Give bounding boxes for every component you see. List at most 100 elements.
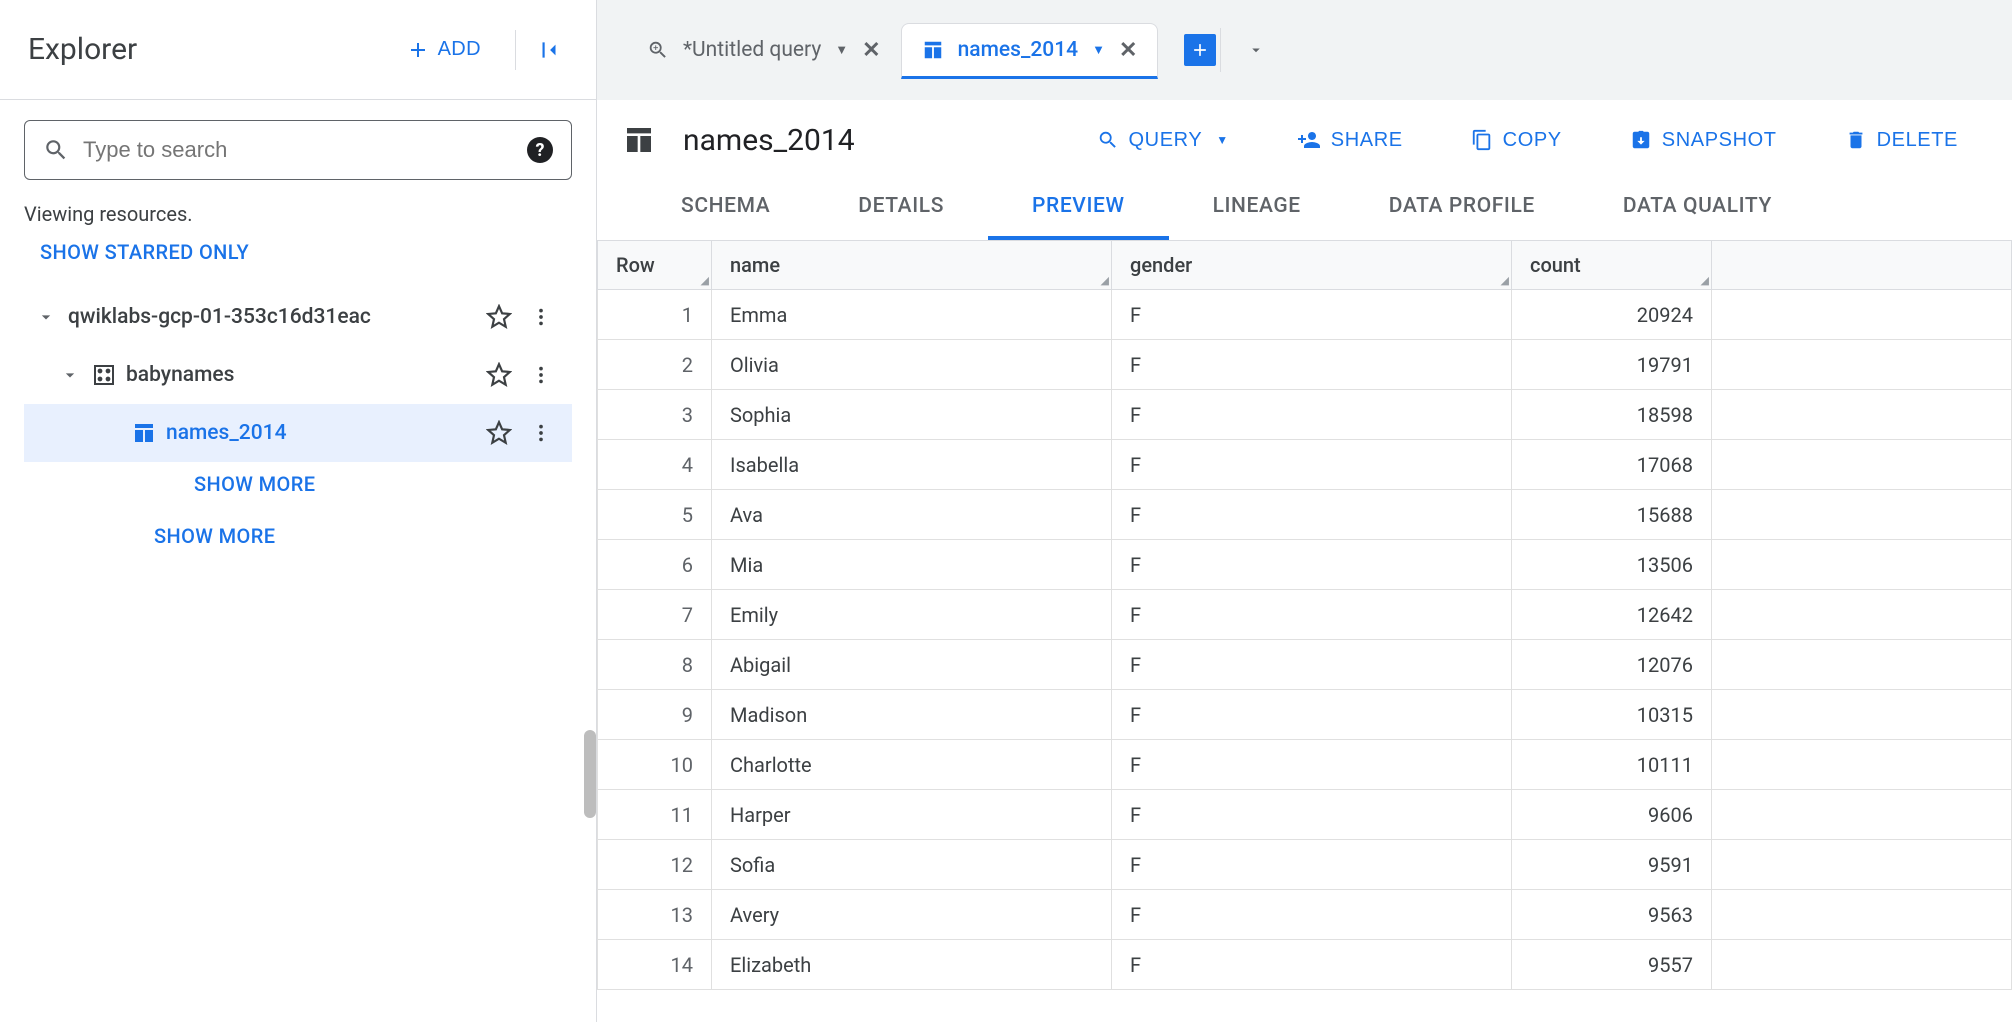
query-button-label: QUERY (1129, 129, 1203, 152)
cell-gender: F (1112, 940, 1512, 990)
table-row[interactable]: 2OliviaF19791 (598, 340, 2012, 390)
collapse-sidebar-button[interactable] (528, 29, 570, 71)
copy-button[interactable]: COPY (1461, 122, 1572, 158)
table-row[interactable]: 12SofiaF9591 (598, 840, 2012, 890)
tab-untitled-query-label: *Untitled query (683, 38, 821, 62)
tree-dataset-row[interactable]: babynames (24, 346, 572, 404)
cell-count: 10315 (1512, 690, 1712, 740)
subtab-lineage[interactable]: LINEAGE (1169, 180, 1345, 240)
tree-table-row[interactable]: names_2014 (24, 404, 572, 462)
subtab-details[interactable]: DETAILS (814, 180, 988, 240)
chevron-down-icon[interactable] (24, 307, 68, 327)
cell-empty (1712, 940, 2012, 990)
cell-rownum: 13 (598, 890, 712, 940)
col-header-name[interactable]: name◢ (712, 241, 1112, 290)
delete-button[interactable]: DELETE (1835, 122, 1968, 158)
sidebar-header: Explorer ADD (0, 0, 596, 100)
cell-count: 9557 (1512, 940, 1712, 990)
cell-name: Olivia (712, 340, 1112, 390)
table-row[interactable]: 14ElizabethF9557 (598, 940, 2012, 990)
cell-gender: F (1112, 690, 1512, 740)
col-header-row[interactable]: Row◢ (598, 241, 712, 290)
subtab-preview[interactable]: PREVIEW (988, 180, 1169, 240)
plus-icon (1190, 40, 1210, 60)
cell-empty (1712, 390, 2012, 440)
tab-dropdown-icon[interactable]: ▼ (835, 42, 848, 58)
show-more-tables-link[interactable]: SHOW MORE (194, 472, 572, 496)
col-header-gender[interactable]: gender◢ (1112, 241, 1512, 290)
cell-name: Ava (712, 490, 1112, 540)
detail-tabs: SCHEMA DETAILS PREVIEW LINEAGE DATA PROF… (597, 180, 2012, 241)
tree-table-label: names_2014 (166, 421, 478, 445)
cell-gender: F (1112, 390, 1512, 440)
col-header-count[interactable]: count◢ (1512, 241, 1712, 290)
cell-count: 9563 (1512, 890, 1712, 940)
cell-name: Avery (712, 890, 1112, 940)
query-button[interactable]: QUERY ▼ (1087, 122, 1239, 158)
table-row[interactable]: 3SophiaF18598 (598, 390, 2012, 440)
chevron-down-icon[interactable] (48, 365, 92, 385)
tab-untitled-query[interactable]: *Untitled query ▼ ✕ (627, 22, 901, 78)
search-input[interactable] (69, 137, 527, 163)
show-more-datasets-link[interactable]: SHOW MORE (154, 524, 572, 548)
star-icon[interactable] (478, 304, 520, 330)
resize-handle-icon[interactable]: ◢ (701, 274, 709, 287)
tab-names-2014[interactable]: names_2014 ▼ ✕ (901, 23, 1159, 79)
add-button[interactable]: ADD (392, 30, 495, 70)
table-row[interactable]: 5AvaF15688 (598, 490, 2012, 540)
table-row[interactable]: 8AbigailF12076 (598, 640, 2012, 690)
kebab-menu-icon[interactable] (520, 422, 562, 444)
cell-rownum: 6 (598, 540, 712, 590)
new-tab-button[interactable] (1184, 34, 1216, 66)
tab-dropdown-icon[interactable]: ▼ (1092, 42, 1105, 58)
subtab-data-quality[interactable]: DATA QUALITY (1579, 180, 1816, 240)
cell-gender: F (1112, 490, 1512, 540)
table-row[interactable]: 9MadisonF10315 (598, 690, 2012, 740)
explorer-title: Explorer (28, 32, 392, 67)
kebab-menu-icon[interactable] (520, 306, 562, 328)
close-icon[interactable]: ✕ (862, 38, 880, 63)
resize-handle-icon[interactable]: ◢ (1701, 274, 1709, 287)
cell-name: Isabella (712, 440, 1112, 490)
subtab-data-profile[interactable]: DATA PROFILE (1345, 180, 1579, 240)
subtab-schema[interactable]: SCHEMA (637, 180, 814, 240)
table-row[interactable]: 4IsabellaF17068 (598, 440, 2012, 490)
cell-count: 18598 (1512, 390, 1712, 440)
search-box[interactable]: ? (24, 120, 572, 180)
snapshot-icon (1630, 129, 1652, 151)
table-row[interactable]: 13AveryF9563 (598, 890, 2012, 940)
table-row[interactable]: 11HarperF9606 (598, 790, 2012, 840)
resize-handle-icon[interactable]: ◢ (1501, 274, 1509, 287)
tree-project-row[interactable]: qwiklabs-gcp-01-353c16d31eac (24, 288, 572, 346)
cell-gender: F (1112, 290, 1512, 340)
help-icon[interactable]: ? (527, 137, 553, 163)
collapse-left-icon (536, 37, 562, 63)
table-row[interactable]: 1EmmaF20924 (598, 290, 2012, 340)
table-large-icon (623, 124, 655, 156)
divider (1220, 28, 1221, 72)
cell-name: Emma (712, 290, 1112, 340)
cell-count: 9606 (1512, 790, 1712, 840)
star-icon[interactable] (478, 362, 520, 388)
show-starred-only-link[interactable]: SHOW STARRED ONLY (24, 240, 249, 264)
close-icon[interactable]: ✕ (1119, 38, 1137, 63)
cell-rownum: 14 (598, 940, 712, 990)
cell-name: Sophia (712, 390, 1112, 440)
add-button-label: ADD (438, 38, 481, 61)
cell-count: 15688 (1512, 490, 1712, 540)
snapshot-button[interactable]: SNAPSHOT (1620, 122, 1787, 158)
resize-handle-icon[interactable]: ◢ (1101, 274, 1109, 287)
copy-icon (1471, 129, 1493, 151)
kebab-menu-icon[interactable] (520, 364, 562, 386)
table-title: names_2014 (683, 123, 1059, 158)
copy-button-label: COPY (1503, 129, 1562, 152)
table-row[interactable]: 10CharlotteF10111 (598, 740, 2012, 790)
resource-tree: qwiklabs-gcp-01-353c16d31eac (24, 288, 572, 548)
table-row[interactable]: 7EmilyF12642 (598, 590, 2012, 640)
table-row[interactable]: 6MiaF13506 (598, 540, 2012, 590)
scrollbar-thumb[interactable] (584, 730, 596, 818)
star-icon[interactable] (478, 420, 520, 446)
tabs-overflow-dropdown[interactable] (1247, 41, 1265, 59)
share-person-icon (1297, 128, 1321, 152)
share-button[interactable]: SHARE (1287, 122, 1413, 158)
